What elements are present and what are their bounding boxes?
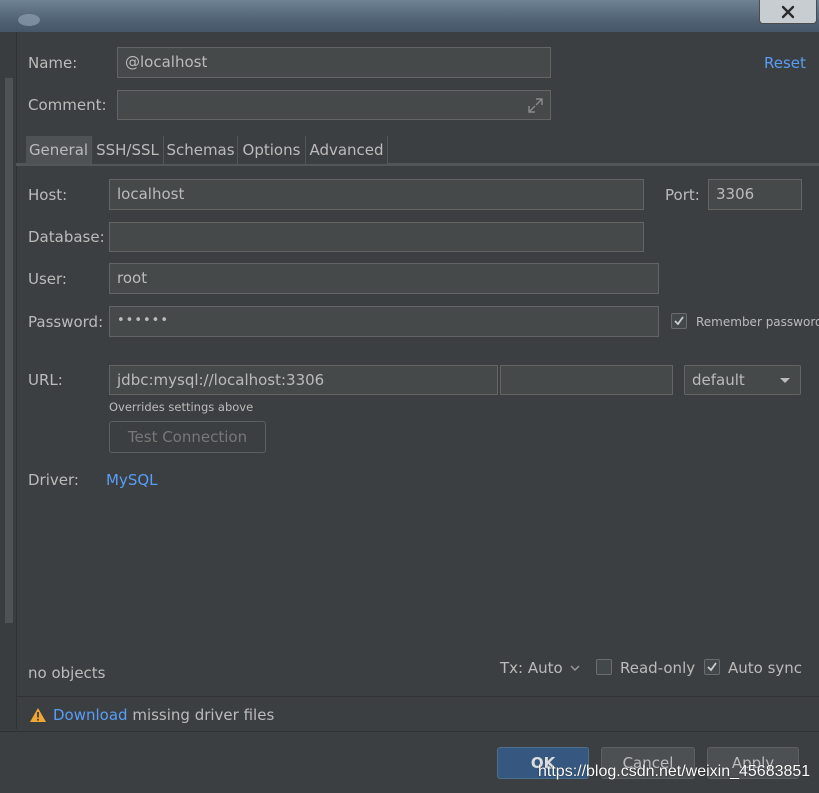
watermark-text: https://blog.csdn.net/weixin_45683851 (538, 763, 811, 780)
warning-text: missing driver files (127, 706, 275, 724)
name-input[interactable]: @localhost (117, 47, 551, 78)
url-extra-input[interactable] (500, 365, 673, 395)
reset-link[interactable]: Reset (764, 52, 806, 74)
tx-mode-label: Tx: Auto (500, 659, 563, 677)
close-button[interactable] (759, 0, 817, 24)
url-hint: Overrides settings above (109, 400, 254, 414)
tab-schemas[interactable]: Schemas (164, 136, 238, 164)
database-label: Database: (28, 228, 105, 246)
dropdown-arrow-icon (780, 378, 790, 383)
auto-sync-label[interactable]: Auto sync (728, 657, 802, 679)
status-separator (16, 696, 819, 697)
left-scrollbar[interactable] (5, 78, 13, 623)
read-only-checkbox[interactable] (596, 659, 612, 675)
url-mode-value: default (692, 371, 745, 389)
title-bar (0, 0, 819, 32)
check-icon (707, 662, 717, 672)
tab-advanced[interactable]: Advanced (306, 136, 388, 164)
comment-label: Comment: (28, 96, 107, 114)
warning-icon (30, 708, 46, 722)
expand-icon[interactable] (527, 97, 544, 114)
chevron-down-icon (570, 665, 580, 671)
remember-password-checkbox[interactable] (671, 313, 687, 329)
download-link[interactable]: Download (53, 706, 128, 724)
name-label: Name: (28, 54, 78, 72)
url-label: URL: (28, 371, 63, 389)
tx-mode-dropdown[interactable]: Tx: Auto (500, 657, 580, 679)
driver-link[interactable]: MySQL (106, 469, 158, 491)
tab-options[interactable]: Options (238, 136, 306, 164)
objects-status: no objects (28, 664, 106, 682)
password-label: Password: (28, 313, 104, 331)
password-input[interactable]: •••••• (109, 306, 659, 337)
tab-general[interactable]: General (26, 136, 92, 164)
user-input[interactable]: root (109, 263, 659, 294)
test-connection-button[interactable]: Test Connection (109, 421, 266, 453)
close-icon (781, 5, 795, 18)
url-input[interactable]: jdbc:mysql://localhost:3306 (109, 365, 498, 395)
check-icon (674, 316, 684, 326)
footer-separator (0, 731, 819, 732)
url-mode-select[interactable]: default (684, 365, 801, 395)
tab-ssh-ssl[interactable]: SSH/SSL (92, 136, 164, 164)
database-input[interactable] (109, 222, 644, 252)
read-only-label[interactable]: Read-only (620, 657, 695, 679)
remember-password-label[interactable]: Remember password (696, 311, 819, 333)
port-input[interactable]: 3306 (708, 179, 802, 210)
warning-message: Download missing driver files (53, 704, 274, 726)
host-input[interactable]: localhost (109, 179, 644, 210)
port-label: Port: (665, 186, 700, 204)
host-label: Host: (28, 186, 68, 204)
user-label: User: (28, 270, 67, 288)
app-icon (18, 14, 40, 26)
comment-input[interactable] (117, 90, 551, 120)
auto-sync-checkbox[interactable] (704, 659, 720, 675)
driver-label: Driver: (28, 471, 79, 489)
